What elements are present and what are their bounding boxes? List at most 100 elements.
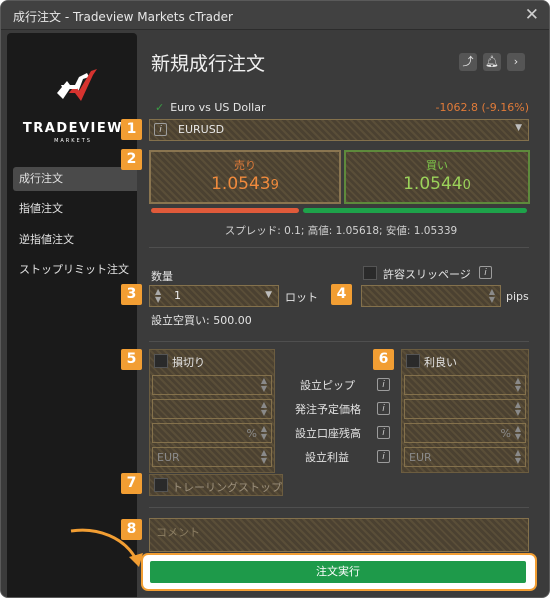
badge-3: 3 xyxy=(121,284,142,305)
take-profit-panel: 利良い ▲ ▼ ▲ ▼ % ▲ ▼ EUR ▲ ▼ xyxy=(401,349,529,473)
check-icon: ✓ xyxy=(155,101,165,114)
buy-label: 買い xyxy=(426,159,448,172)
take-profit-currency-input[interactable]: EUR ▲ ▼ xyxy=(404,447,526,467)
symbol-select[interactable]: i EURUSD ▼ xyxy=(149,119,529,141)
stepper-icon[interactable]: ▲ ▼ xyxy=(261,425,267,441)
title-bar: 成行注文 - Tradeview Markets cTrader ✕ xyxy=(1,1,549,30)
sell-price-main: 1.0543 xyxy=(211,174,271,194)
stepper-icon[interactable]: ▲ ▼ xyxy=(515,449,521,465)
middle-label-balance: 設立口座残高 xyxy=(295,427,361,440)
tradeview-logo: TRADEVIEW MARKETS xyxy=(17,63,129,153)
symbol-select-value: EURUSD xyxy=(178,123,225,136)
chevron-down-icon: ▼ xyxy=(265,290,272,300)
spread-info: スプレッド: 0.1; 高値: 1.05618; 安値: 1.05339 xyxy=(224,225,458,237)
symbol-name-row: ✓ Euro vs US Dollar xyxy=(155,101,266,114)
stepper-icon[interactable]: ▲ ▼ xyxy=(261,449,267,465)
middle-label-price: 発注予定価格 xyxy=(295,403,361,416)
info-icon[interactable]: i xyxy=(154,123,167,136)
stop-loss-currency: EUR xyxy=(157,451,180,464)
spread-bar xyxy=(151,208,527,213)
divider xyxy=(149,247,529,248)
info-icon[interactable]: i xyxy=(377,402,390,415)
slippage-label: 許容スリッページ xyxy=(383,268,471,281)
price-change: -1062.8 (-9.16%) xyxy=(435,101,529,114)
logo-sub-text: MARKETS xyxy=(54,138,92,144)
stop-loss-percent-unit: % xyxy=(246,427,257,440)
divider xyxy=(149,507,529,508)
badge-1: 1 xyxy=(121,119,142,140)
share-icon[interactable]: ⤴ xyxy=(459,53,477,71)
volume-unit: ロット xyxy=(285,291,318,304)
buy-price-main: 1.0544 xyxy=(403,174,463,194)
middle-label-pips: 設立ピップ xyxy=(300,379,355,392)
stop-loss-percent-input[interactable]: % ▲ ▼ xyxy=(152,423,272,443)
stop-loss-label: 損切り xyxy=(172,356,205,369)
sidebar-item-market-order[interactable]: 成行注文 xyxy=(13,167,137,191)
slippage-input[interactable]: ▲ ▼ xyxy=(361,285,501,307)
sell-label: 売り xyxy=(234,159,256,172)
stepper-icon[interactable]: ▲ ▼ xyxy=(261,401,267,417)
info-icon[interactable]: i xyxy=(377,450,390,463)
buy-button[interactable]: 買い 1.05440 xyxy=(344,150,530,204)
sidebar-item-limit-order[interactable]: 指値注文 xyxy=(13,197,137,221)
window-title: 成行注文 - Tradeview Markets cTrader xyxy=(13,10,233,24)
slippage-checkbox[interactable] xyxy=(363,266,377,280)
comment-input[interactable]: コメント xyxy=(149,518,529,552)
chevron-right-icon[interactable]: › xyxy=(507,53,525,71)
available-volume: 設立空買い: 500.00 xyxy=(151,314,252,327)
sell-price-last: 9 xyxy=(270,178,279,193)
sidebar-item-stop-limit-order[interactable]: ストップリミット注文 xyxy=(13,258,137,282)
badge-7: 7 xyxy=(121,473,142,494)
take-profit-percent-input[interactable]: % ▲ ▼ xyxy=(404,423,526,443)
stepper-icon[interactable]: ▲ ▼ xyxy=(261,377,267,393)
spread-bar-buy xyxy=(303,208,527,213)
stop-loss-price-input[interactable]: ▲ ▼ xyxy=(152,399,272,419)
stop-loss-currency-input[interactable]: EUR ▲ ▼ xyxy=(152,447,272,467)
badge-4: 4 xyxy=(331,284,352,305)
stepper-icon[interactable]: ▲ ▼ xyxy=(155,288,161,304)
volume-label: 数量 xyxy=(151,270,173,283)
take-profit-checkbox[interactable] xyxy=(406,354,420,368)
slippage-unit: pips xyxy=(506,290,529,303)
take-profit-pips-input[interactable]: ▲ ▼ xyxy=(404,375,526,395)
badge-2: 2 xyxy=(121,149,142,170)
middle-label-profit: 設立利益 xyxy=(305,451,349,464)
comment-placeholder: コメント xyxy=(156,526,200,539)
stop-loss-pips-input[interactable]: ▲ ▼ xyxy=(152,375,272,395)
take-profit-price-input[interactable]: ▲ ▼ xyxy=(404,399,526,419)
trailing-stop-label: トレーリングストップ xyxy=(172,481,282,494)
order-window: 成行注文 - Tradeview Markets cTrader ✕ TRADE… xyxy=(0,0,550,598)
trailing-stop-checkbox[interactable] xyxy=(154,478,168,492)
stepper-icon[interactable]: ▲ ▼ xyxy=(515,401,521,417)
buy-price-last: 0 xyxy=(462,178,471,193)
stop-loss-checkbox[interactable] xyxy=(154,354,168,368)
bell-icon[interactable]: 🔔︎ xyxy=(483,53,501,71)
sidebar: TRADEVIEW MARKETS 成行注文 指値注文 逆指値注文 ストップリミ… xyxy=(7,33,137,597)
order-panel: 新規成行注文 ⤴ 🔔︎ › ✓ Euro vs US Dollar -1062.8… xyxy=(121,33,541,597)
volume-input[interactable]: ▲ ▼ 1 ▼ xyxy=(149,285,279,307)
symbol-name: Euro vs US Dollar xyxy=(170,101,266,114)
info-icon[interactable]: i xyxy=(377,426,390,439)
page-title: 新規成行注文 xyxy=(151,53,266,75)
logo-brand-text: TRADEVIEW xyxy=(22,121,124,136)
stepper-icon[interactable]: ▲ ▼ xyxy=(515,377,521,393)
close-icon[interactable]: ✕ xyxy=(525,5,539,25)
divider xyxy=(149,341,529,342)
trailing-stop[interactable]: トレーリングストップ xyxy=(149,474,283,496)
take-profit-label: 利良い xyxy=(424,356,457,369)
sell-button[interactable]: 売り 1.05439 xyxy=(149,150,341,204)
submit-highlight: 注文実行 xyxy=(141,553,537,591)
buy-price: 1.05440 xyxy=(346,174,528,194)
chevron-down-icon: ▼ xyxy=(515,123,522,133)
badge-6: 6 xyxy=(373,349,394,370)
stepper-icon[interactable]: ▲ ▼ xyxy=(515,425,521,441)
stepper-icon[interactable]: ▲ ▼ xyxy=(489,288,495,304)
info-icon[interactable]: i xyxy=(377,378,390,391)
submit-order-button[interactable]: 注文実行 xyxy=(150,561,526,583)
take-profit-percent-unit: % xyxy=(500,427,511,440)
arrow-icon xyxy=(70,528,143,567)
take-profit-currency: EUR xyxy=(409,451,432,464)
sidebar-item-stop-order[interactable]: 逆指値注文 xyxy=(13,228,137,252)
badge-5: 5 xyxy=(121,349,142,370)
info-icon[interactable]: i xyxy=(479,266,492,279)
